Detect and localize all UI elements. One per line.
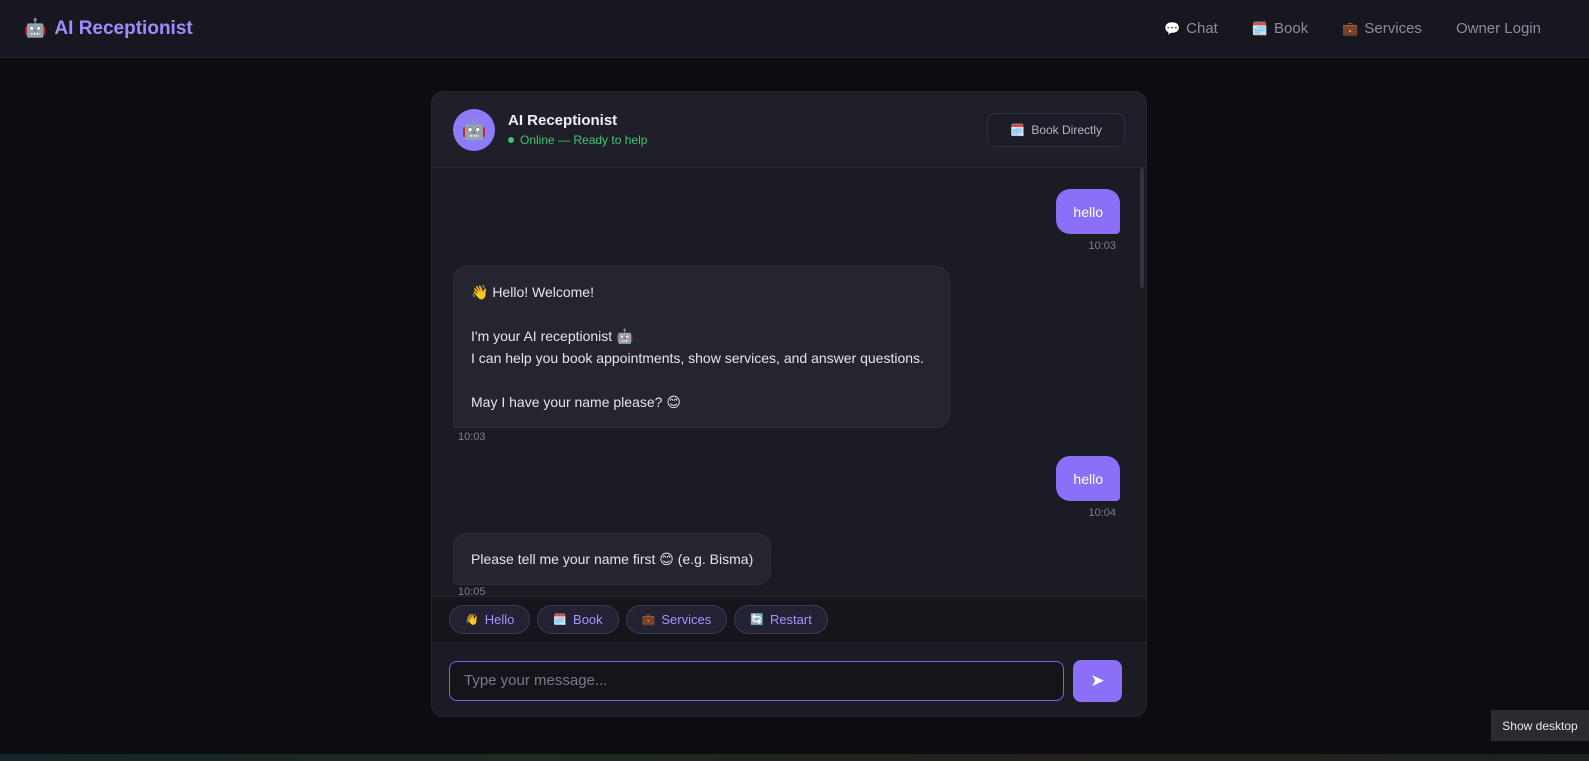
nav-link-owner-login[interactable]: Owner Login <box>1456 20 1541 37</box>
calendar-icon: 🗓️ <box>1010 123 1026 137</box>
quick-reply-restart[interactable]: 🔄 Restart <box>734 605 828 634</box>
nav-link-label: Services <box>1364 20 1422 37</box>
robot-icon: 🤖 <box>461 119 487 141</box>
message-text: hello <box>1073 203 1103 220</box>
user-message: hello <box>1056 456 1120 501</box>
online-dot-icon <box>508 137 514 143</box>
robot-icon: 🤖 <box>24 18 47 38</box>
quick-reply-label: Restart <box>769 612 812 627</box>
waving-hand-icon: 👋 <box>465 614 479 626</box>
user-message: hello <box>1056 189 1120 234</box>
brand-logo[interactable]: 🤖 AI Receptionist <box>24 18 193 40</box>
message-line: I can help you book appointments, show s… <box>471 350 924 366</box>
nav-link-label: Owner Login <box>1455 20 1541 37</box>
quick-reply-label: Hello <box>484 612 515 627</box>
brand-title: AI Receptionist <box>54 17 193 39</box>
nav-link-book[interactable]: 🗓️ Book <box>1252 20 1308 37</box>
message-time: 10:03 <box>458 431 486 443</box>
quick-reply-label: Book <box>573 612 603 627</box>
chat-header-text: AI Receptionist Online — Ready to help <box>508 112 647 147</box>
nav-link-label: Book <box>1274 20 1309 37</box>
taskbar-strip[interactable] <box>0 754 1589 761</box>
quick-reply-book[interactable]: 🗓️ Book <box>537 605 619 634</box>
send-arrow-icon: ➤ <box>1090 670 1105 690</box>
message-line: May I have your name please? 😊 <box>471 394 681 410</box>
message-time: 10:04 <box>1088 507 1116 519</box>
top-navbar: 🤖 AI Receptionist 💬 Chat 🗓️ Book 💼 Servi… <box>0 0 1589 58</box>
message-time: 10:05 <box>458 586 486 596</box>
chat-title: AI Receptionist <box>508 112 618 129</box>
message-time: 10:03 <box>1088 240 1116 252</box>
briefcase-icon: 💼 <box>641 614 656 626</box>
bot-message: 👋 Hello! Welcome! I'm your AI receptioni… <box>453 266 950 428</box>
nav-link-label: Chat <box>1186 20 1218 37</box>
nav-links: 💬 Chat 🗓️ Book 💼 Services Owner Login <box>1164 20 1541 37</box>
message-input[interactable] <box>449 660 1064 701</box>
message-line: I'm your AI receptionist 🤖 <box>471 328 634 344</box>
quick-reply-hello[interactable]: 👋 Hello <box>449 605 531 634</box>
send-button[interactable]: ➤ <box>1073 659 1122 702</box>
composer: ➤ <box>432 643 1146 716</box>
calendar-icon: 🗓️ <box>553 614 568 626</box>
quick-reply-label: Services <box>661 612 712 627</box>
calendar-icon: 🗓️ <box>1251 20 1269 36</box>
bot-message: Please tell me your name first 😊 (e.g. B… <box>453 533 772 585</box>
speech-bubble-icon: 💬 <box>1163 20 1181 36</box>
show-desktop-tooltip: Show desktop <box>1491 710 1589 741</box>
quick-reply-services[interactable]: 💼 Services <box>625 605 728 634</box>
chat-window: 🤖 AI Receptionist Online — Ready to help… <box>431 91 1147 717</box>
nav-link-services[interactable]: 💼 Services <box>1342 20 1422 37</box>
message-line: 👋 Hello! Welcome! <box>471 284 594 300</box>
briefcase-icon: 💼 <box>1342 20 1359 36</box>
book-directly-label: Book Directly <box>1031 123 1102 137</box>
quick-replies: 👋 Hello 🗓️ Book 💼 Services 🔄 Restart <box>432 596 1146 643</box>
message-line: Please tell me your name first 😊 (e.g. B… <box>471 551 754 567</box>
refresh-icon: 🔄 <box>750 614 764 626</box>
scrollbar[interactable] <box>1140 168 1144 288</box>
chat-header: 🤖 AI Receptionist Online — Ready to help… <box>432 92 1146 168</box>
nav-link-chat[interactable]: 💬 Chat <box>1164 20 1218 37</box>
status-text: Online — Ready to help <box>520 133 648 147</box>
avatar: 🤖 <box>453 108 495 151</box>
message-text: hello <box>1073 470 1103 487</box>
book-directly-button[interactable]: 🗓️ Book Directly <box>987 113 1125 147</box>
message-list[interactable]: hello 10:03 👋 Hello! Welcome! I'm your A… <box>432 168 1146 596</box>
status-badge: Online — Ready to help <box>508 133 647 147</box>
